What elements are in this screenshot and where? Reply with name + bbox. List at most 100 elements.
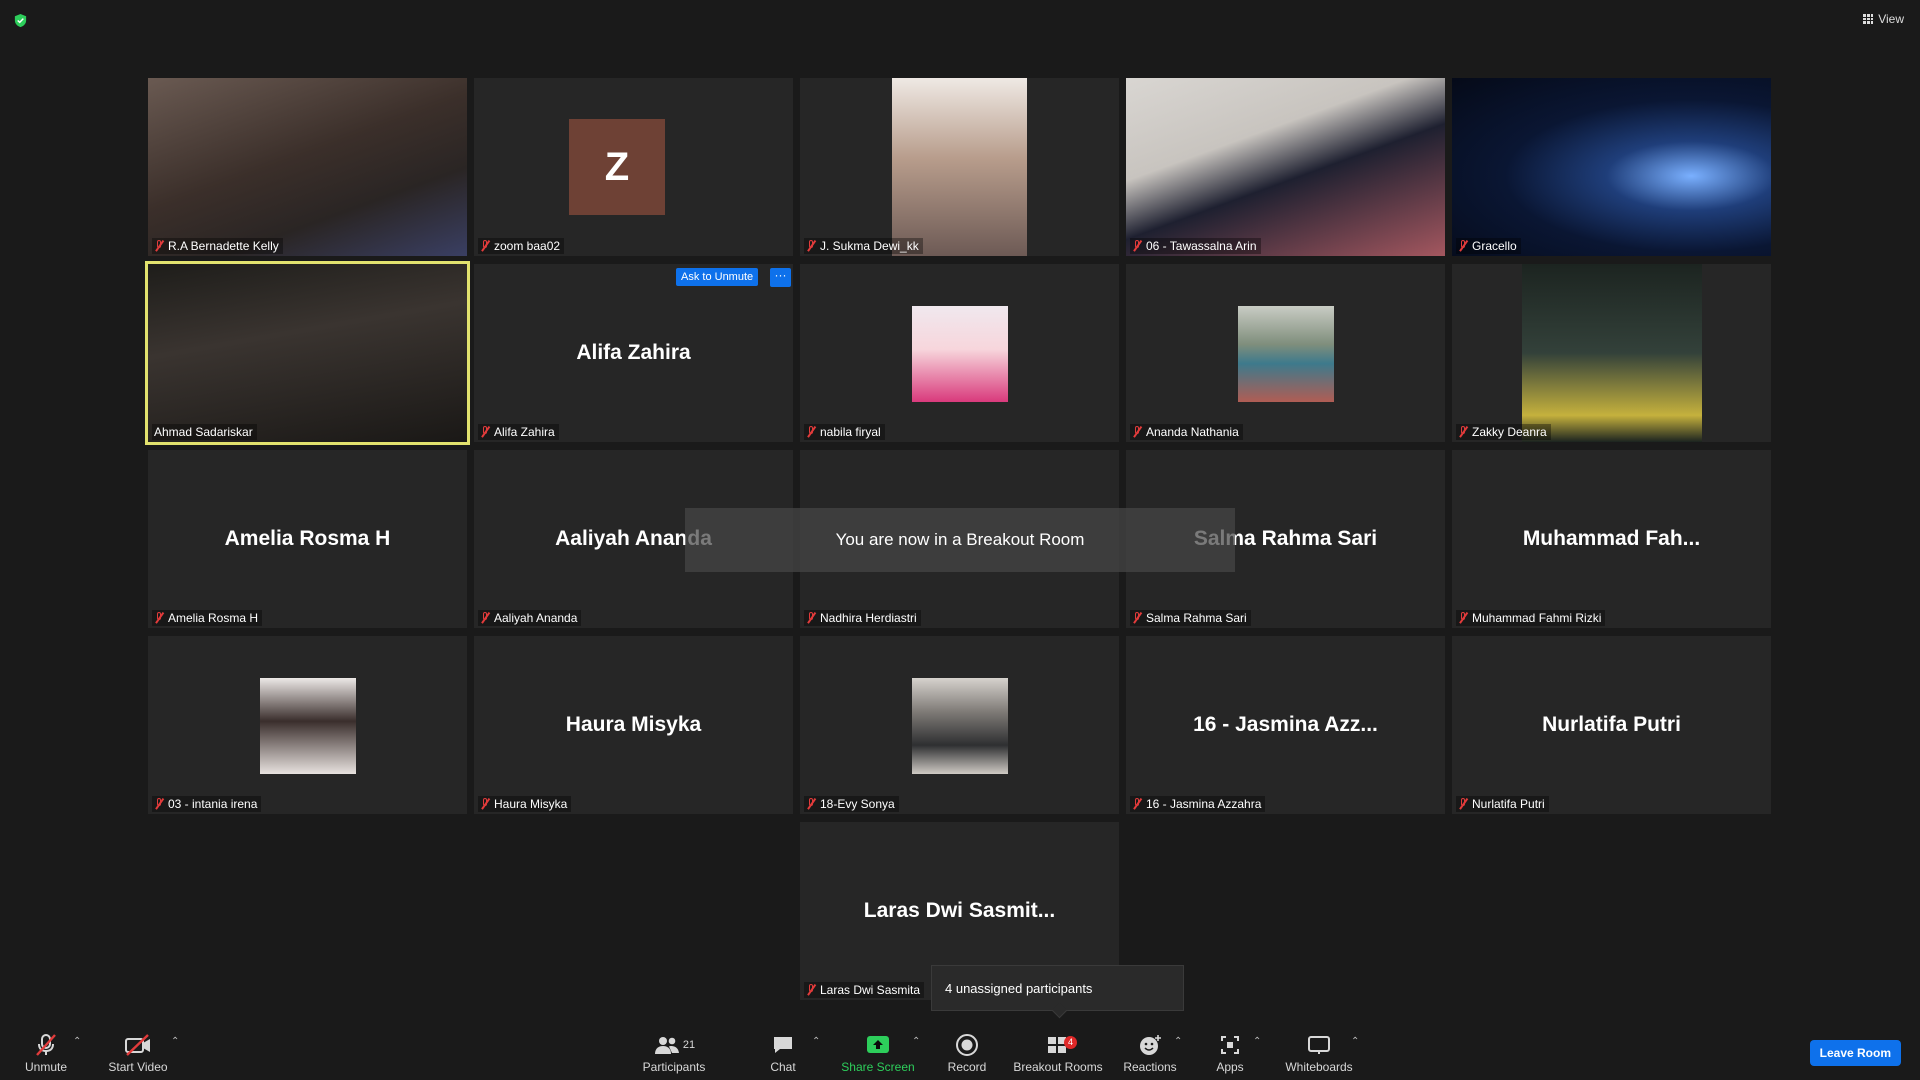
participant-name-label: Ahmad Sadariskar <box>152 424 257 440</box>
participant-display-name: Alifa Zahira <box>576 341 691 364</box>
view-label: View <box>1878 12 1904 26</box>
video-tile[interactable]: Muhammad Fah... Muhammad Fahmi Rizki <box>1452 450 1771 628</box>
share-screen-button[interactable]: Share Screen <box>838 1032 918 1074</box>
participant-video <box>148 78 467 256</box>
apps-button[interactable]: Apps <box>1210 1032 1250 1074</box>
video-tile-active-speaker[interactable]: Ahmad Sadariskar <box>145 261 470 445</box>
participant-video <box>148 264 467 442</box>
chat-button[interactable]: Chat <box>763 1032 803 1074</box>
mic-muted-icon <box>806 612 816 624</box>
participant-name-label: Nadhira Herdiastri <box>804 610 921 626</box>
participant-display-name: Amelia Rosma H <box>224 527 391 550</box>
mic-muted-icon <box>154 798 164 810</box>
apps-icon <box>1221 1036 1239 1054</box>
security-shield-icon[interactable] <box>13 13 28 28</box>
participant-name-label: Amelia Rosma H <box>152 610 263 626</box>
start-video-button[interactable]: Start Video <box>104 1032 172 1074</box>
breakout-room-notification: You are now in a Breakout Room <box>685 508 1235 572</box>
video-tile[interactable]: Amelia Rosma H Amelia Rosma H <box>148 450 467 628</box>
video-tile[interactable]: 06 - Tawassalna Arin <box>1126 78 1445 256</box>
ask-to-unmute-button[interactable]: Ask to Unmute <box>676 268 759 286</box>
participant-video <box>1126 78 1445 256</box>
mic-muted-icon <box>1132 798 1142 810</box>
participant-name-label: Nurlatifa Putri <box>1456 796 1549 812</box>
mic-muted-icon <box>1132 612 1142 624</box>
chat-options-caret[interactable]: ⌃ <box>812 1036 820 1047</box>
whiteboards-options-caret[interactable]: ⌃ <box>1351 1036 1359 1047</box>
video-tile[interactable]: 18-Evy Sonya <box>800 636 1119 814</box>
participant-display-name: 16 - Jasmina Azz... <box>1193 713 1378 736</box>
video-tile[interactable]: nabila firyal <box>800 264 1119 442</box>
profile-picture <box>912 678 1008 774</box>
mic-muted-icon <box>154 612 164 624</box>
reactions-options-caret[interactable]: ⌃ <box>1174 1036 1182 1047</box>
participant-name-label: 16 - Jasmina Azzahra <box>1130 796 1266 812</box>
apps-label: Apps <box>1216 1060 1244 1074</box>
breakout-rooms-label: Breakout Rooms <box>1013 1060 1103 1074</box>
mic-muted-icon <box>806 240 816 252</box>
mic-muted-icon <box>480 612 490 624</box>
meeting-toolbar: Unmute ⌃ Start Video ⌃ 21 Participants C… <box>0 1022 1920 1080</box>
video-tile[interactable]: Nurlatifa Putri Nurlatifa Putri <box>1452 636 1771 814</box>
mic-muted-icon <box>36 1034 56 1056</box>
whiteboard-icon <box>1308 1036 1330 1054</box>
profile-picture <box>912 306 1008 402</box>
video-tile[interactable]: Haura Misyka Haura Misyka <box>474 636 793 814</box>
mic-muted-icon <box>806 984 816 996</box>
participant-display-name: Laras Dwi Sasmit... <box>863 899 1056 922</box>
whiteboards-button[interactable]: Whiteboards <box>1283 1032 1355 1074</box>
mic-muted-icon <box>480 240 490 252</box>
mic-muted-icon <box>480 798 490 810</box>
leave-room-button[interactable]: Leave Room <box>1809 1040 1901 1066</box>
unmute-label: Unmute <box>24 1060 68 1074</box>
mic-muted-icon <box>1458 426 1468 438</box>
audio-options-caret[interactable]: ⌃ <box>73 1036 81 1047</box>
participant-video <box>1522 264 1702 442</box>
participant-name-label: 03 - intania irena <box>152 796 262 812</box>
mic-muted-icon <box>1458 240 1468 252</box>
chat-label: Chat <box>770 1060 796 1074</box>
view-button[interactable]: View <box>1863 12 1904 26</box>
video-tile[interactable]: Gracello <box>1452 78 1771 256</box>
reactions-icon <box>1140 1035 1161 1055</box>
participant-name-label: Alifa Zahira <box>478 424 559 440</box>
mic-muted-icon <box>1458 612 1468 624</box>
participant-name-label: Gracello <box>1456 238 1521 254</box>
participants-count: 21 <box>682 1039 696 1051</box>
participants-button[interactable]: 21 Participants <box>638 1032 710 1074</box>
participant-name-label: Laras Dwi Sasmita <box>804 982 925 998</box>
start-video-label: Start Video <box>108 1060 168 1074</box>
video-tile[interactable]: 03 - intania irena <box>148 636 467 814</box>
video-tile[interactable]: J. Sukma Dewi_kk <box>800 78 1119 256</box>
participant-name-label: Salma Rahma Sari <box>1130 610 1251 626</box>
more-options-button[interactable]: ··· <box>770 268 791 287</box>
gallery-grid-icon <box>1863 14 1874 24</box>
participants-label: Participants <box>642 1060 706 1074</box>
video-tile[interactable]: 16 - Jasmina Azz... 16 - Jasmina Azzahra <box>1126 636 1445 814</box>
record-button[interactable]: Record <box>942 1032 992 1074</box>
participant-name-label: Zakky Deanra <box>1456 424 1551 440</box>
reactions-button[interactable]: Reactions <box>1121 1032 1179 1074</box>
video-options-caret[interactable]: ⌃ <box>171 1036 179 1047</box>
apps-options-caret[interactable]: ⌃ <box>1253 1036 1261 1047</box>
breakout-rooms-button[interactable]: 4 Breakout Rooms <box>1013 1032 1103 1074</box>
participant-display-name: Haura Misyka <box>565 713 702 736</box>
participant-name-label: Haura Misyka <box>478 796 572 812</box>
unmute-button[interactable]: Unmute <box>16 1032 76 1074</box>
mic-muted-icon <box>1132 240 1142 252</box>
video-tile[interactable]: R.A Bernadette Kelly <box>148 78 467 256</box>
participant-name-label: R.A Bernadette Kelly <box>152 238 283 254</box>
video-tile[interactable]: Alifa Zahira Alifa Zahira <box>474 264 793 442</box>
participant-name-label: Ananda Nathania <box>1130 424 1243 440</box>
unassigned-participants-tooltip[interactable]: 4 unassigned participants <box>931 965 1184 1011</box>
participant-video <box>892 78 1027 256</box>
record-icon <box>956 1034 978 1056</box>
participant-name-label: Aaliyah Ananda <box>478 610 582 626</box>
video-tile[interactable]: Zakky Deanra <box>1452 264 1771 442</box>
video-tile[interactable]: Z zoom baa02 <box>474 78 793 256</box>
profile-picture <box>1238 306 1334 402</box>
participant-name-label: 06 - Tawassalna Arin <box>1130 238 1261 254</box>
share-options-caret[interactable]: ⌃ <box>912 1036 920 1047</box>
video-tile[interactable]: Ananda Nathania <box>1126 264 1445 442</box>
video-off-icon <box>125 1034 150 1056</box>
